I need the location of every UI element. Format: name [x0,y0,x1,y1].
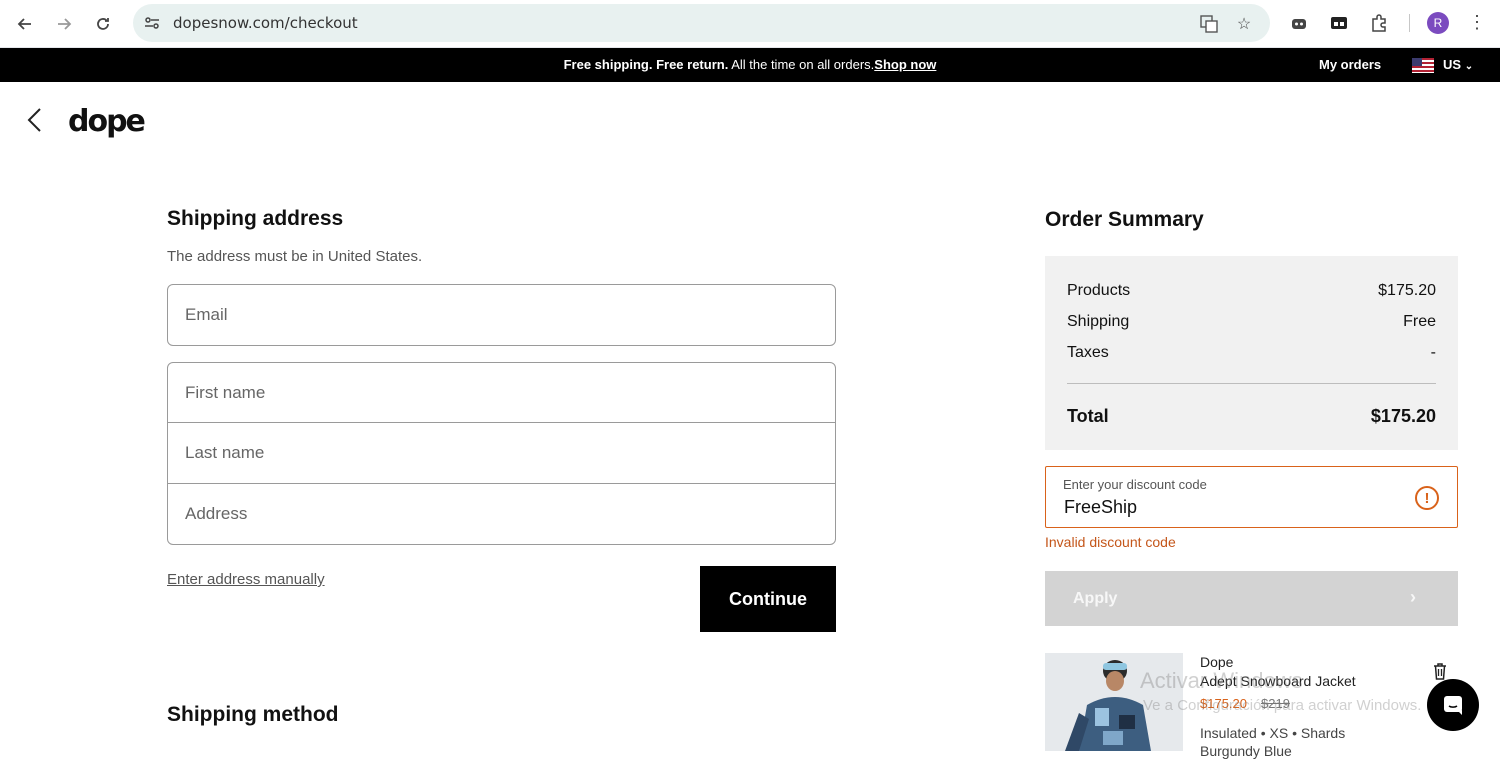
first-name-field[interactable] [167,362,836,423]
email-input[interactable] [168,285,835,345]
email-field[interactable] [167,284,836,346]
toolbar-divider [1409,14,1410,32]
promo-text: All the time on all orders. [728,57,875,72]
extensions-puzzle-icon[interactable] [1368,12,1390,34]
back-icon[interactable] [11,10,39,38]
bookmark-star-icon[interactable]: ☆ [1233,13,1255,35]
back-arrow-icon[interactable] [24,106,46,134]
summary-label: Taxes [1067,344,1109,361]
last-name-input[interactable] [168,423,835,483]
shipping-address-title: Shipping address [167,207,344,230]
profile-avatar[interactable]: R [1427,12,1449,34]
total-value: $175.20 [1370,406,1436,426]
total-label: Total [1067,406,1109,426]
last-name-field[interactable] [167,423,836,484]
us-flag-icon[interactable] [1412,58,1434,73]
windows-activation-hint: Ve a Configuración para activar Windows. [1143,697,1422,714]
summary-row-shipping: Shipping Free [1067,313,1436,331]
site-info-icon[interactable] [143,14,161,32]
windows-activation-watermark: Activar Windows [1140,668,1303,693]
extension-robot-icon[interactable] [1288,12,1310,34]
order-summary-box: Products $175.20 Shipping Free Taxes - T… [1045,256,1458,450]
locale-selector[interactable]: US ⌄ [1443,57,1473,72]
summary-row-total: Total $175.20 [1067,406,1436,427]
summary-label: Products [1067,282,1131,299]
summary-label: Shipping [1067,313,1130,330]
address-input[interactable] [168,484,835,544]
translate-icon[interactable] [1198,13,1220,35]
shipping-method-title: Shipping method [167,703,339,726]
summary-value: - [1430,344,1436,361]
enter-address-manually-link[interactable]: Enter address manually [167,571,325,588]
continue-button[interactable]: Continue [700,566,836,632]
browser-toolbar: dopesnow.com/checkout ☆ R ⋮ [0,0,1500,48]
trash-icon [1434,663,1446,680]
reload-icon[interactable] [89,10,117,38]
locale-label[interactable]: US [1443,57,1461,72]
order-summary-title: Order Summary [1045,208,1204,231]
promo-bar: Free shipping. Free return. All the time… [0,48,1500,82]
discount-code-field[interactable]: Enter your discount code FreeShip ! [1045,466,1458,528]
dope-logo[interactable]: dope [68,104,146,139]
summary-row-taxes: Taxes - [1067,344,1436,362]
address-field[interactable] [167,483,836,545]
shipping-address-subtitle: The address must be in United States. [167,248,423,265]
forward-icon[interactable] [50,10,78,38]
summary-divider [1067,383,1436,384]
discount-error-message: Invalid discount code [1045,534,1176,550]
summary-value: $175.20 [1378,282,1436,299]
promo-message: Free shipping. Free return. All the time… [0,57,1500,72]
chat-launcher-button[interactable] [1427,679,1479,731]
my-orders-link[interactable]: My orders [1319,57,1381,72]
first-name-input[interactable] [168,363,835,422]
chevron-down-icon[interactable]: ⌄ [1465,61,1473,72]
discount-code-input[interactable]: FreeShip [1064,497,1137,518]
address-bar[interactable]: dopesnow.com/checkout ☆ [133,4,1270,42]
browser-menu-icon[interactable]: ⋮ [1468,12,1486,33]
apply-label[interactable]: Apply [1073,590,1117,608]
product-color: Burgundy Blue [1200,743,1292,759]
product-variant: Insulated • XS • Shards [1200,725,1346,741]
url-text[interactable]: dopesnow.com/checkout [173,14,358,32]
discount-code-label: Enter your discount code [1063,477,1207,492]
shop-now-link[interactable]: Shop now [874,57,936,72]
error-alert-icon: ! [1415,486,1439,510]
summary-value: Free [1403,313,1436,330]
apply-discount-button[interactable]: Apply › [1045,571,1458,626]
summary-row-products: Products $175.20 [1067,282,1436,300]
chevron-right-icon[interactable]: › [1410,587,1416,608]
chat-icon [1444,696,1462,715]
extension-box-icon[interactable] [1328,12,1350,34]
promo-bold-text: Free shipping. Free return. [563,57,729,72]
